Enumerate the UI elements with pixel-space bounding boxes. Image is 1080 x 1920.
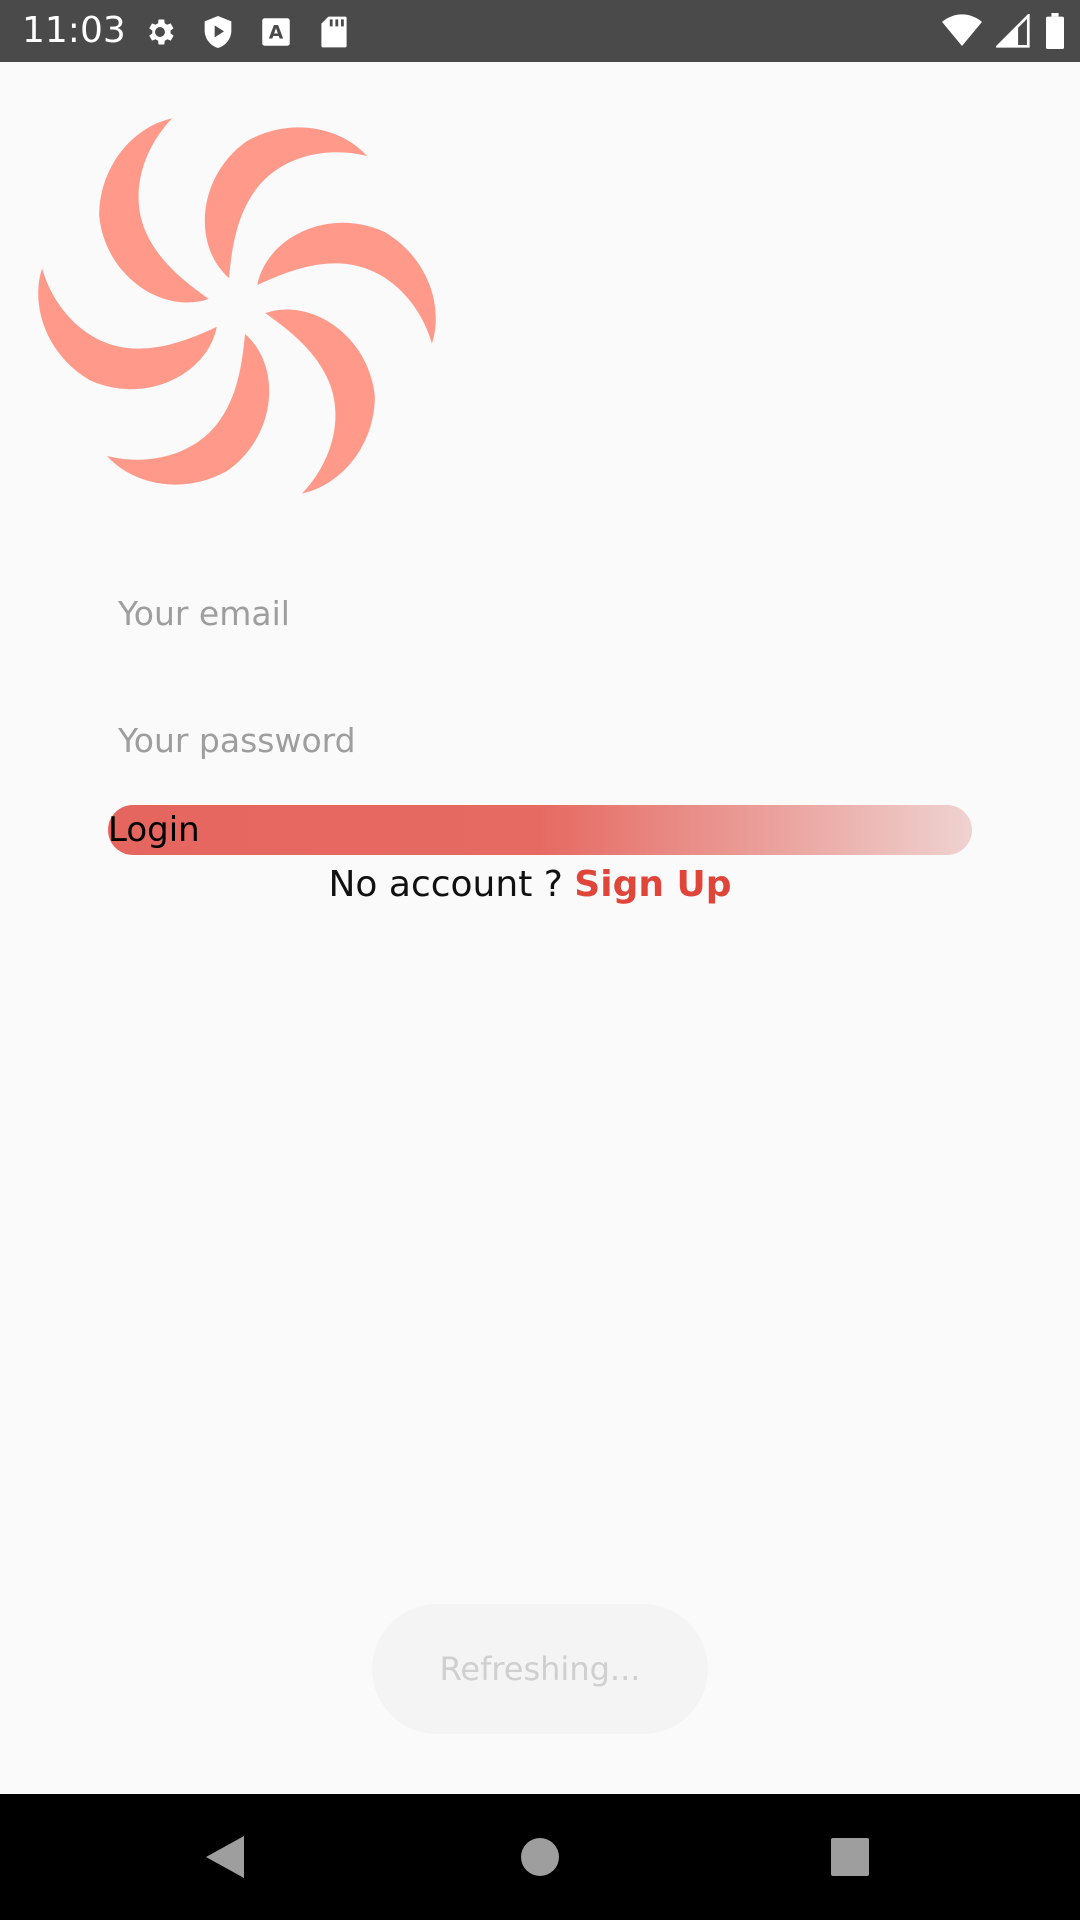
toast-text: Refreshing... xyxy=(439,1650,641,1688)
password-field[interactable] xyxy=(110,698,970,782)
login-screen: 11:03 A Your email Login No account ? Si… xyxy=(0,0,1080,1920)
home-icon[interactable] xyxy=(510,1827,570,1887)
sd-card-icon xyxy=(316,14,352,50)
wifi-icon xyxy=(942,14,982,48)
gear-icon xyxy=(142,14,178,50)
shield-play-icon xyxy=(200,14,236,50)
signup-prompt: No account ? xyxy=(328,864,575,905)
status-bar: 11:03 A xyxy=(0,0,1080,62)
pinwheel-logo-icon xyxy=(32,106,442,506)
signal-icon xyxy=(996,14,1030,48)
login-button[interactable]: Login xyxy=(108,805,972,855)
battery-icon xyxy=(1044,13,1066,49)
sign-up-link[interactable]: Sign Up xyxy=(574,864,731,905)
refreshing-toast: Refreshing... xyxy=(372,1604,708,1734)
status-icons-right xyxy=(928,12,1066,50)
navigation-bar xyxy=(0,1794,1080,1920)
recents-icon[interactable] xyxy=(820,1827,880,1887)
svg-text:A: A xyxy=(269,22,284,43)
login-button-label: Login xyxy=(108,810,200,850)
back-icon[interactable] xyxy=(195,1827,255,1887)
a-box-icon: A xyxy=(258,14,294,50)
email-field[interactable] xyxy=(110,571,970,655)
signup-row: No account ? Sign Up xyxy=(0,862,1060,908)
status-time: 11:03 xyxy=(22,10,126,51)
status-icons-left: A xyxy=(142,14,374,50)
